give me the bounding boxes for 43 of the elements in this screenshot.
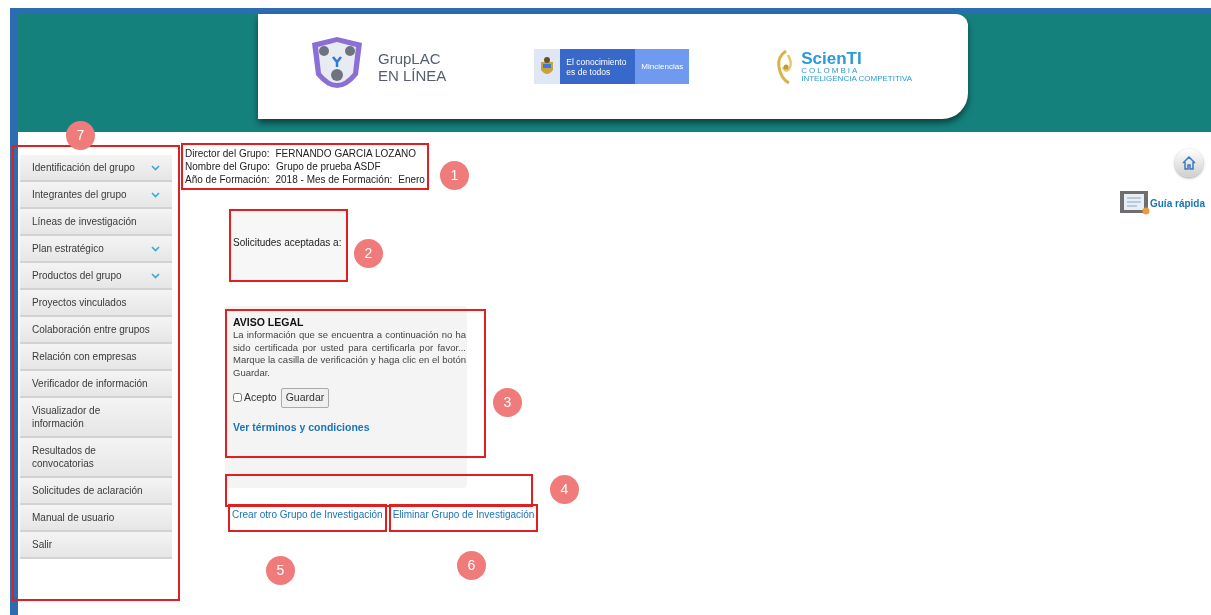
info-value: FERNANDO GARCIA LOZANO: [275, 147, 417, 160]
ministry-name: Minciencias: [635, 49, 690, 84]
annotation-number: 2: [354, 239, 383, 268]
app-name: GrupLAC: [378, 49, 441, 67]
annotation-number: 6: [457, 551, 486, 580]
create-group-link[interactable]: Crear otro Grupo de Investigación: [228, 504, 387, 532]
sidebar-item[interactable]: Plan estratégico: [20, 236, 172, 263]
sidebar-item[interactable]: Identificación del grupo: [20, 155, 172, 182]
sidebar-item[interactable]: Productos del grupo: [20, 263, 172, 290]
annotation-number: 5: [266, 556, 295, 585]
scienti-tagline: INTELIGENCIA COMPETITIVA: [801, 75, 913, 83]
quick-guide-link[interactable]: Guía rápida: [1150, 195, 1205, 211]
slogan-text: El conocimiento es de todos: [565, 55, 628, 79]
info-label: Año de Formación:: [185, 173, 270, 186]
sidebar-item[interactable]: Colaboración entre grupos: [20, 317, 172, 344]
info-value: Grupo de prueba ASDF: [276, 160, 381, 173]
info-label: Director del Grupo:: [185, 147, 270, 160]
annotation-number: 1: [440, 161, 469, 190]
annotation-number: 4: [550, 475, 579, 504]
accept-label: Acepto: [244, 390, 277, 405]
sidebar-item[interactable]: Resultados de convocatorias: [20, 438, 172, 478]
app-subtitle: EN LÍNEA: [378, 66, 447, 84]
legal-text: La información que se encuentra a continuación no ha sido certificada por usted para certificarla por favor... Marque la casilla de verificación y haga clic en el botón Guardar.: [233, 329, 466, 379]
sidebar-item[interactable]: Relación con empresas: [20, 344, 172, 371]
annotation-number: 3: [493, 388, 522, 417]
sidebar-item[interactable]: Manual de usuario: [20, 505, 172, 532]
scienti-name: ScienTI: [801, 50, 863, 67]
sidebar-item[interactable]: Visualizador de información: [20, 398, 172, 438]
info-value: Enero: [398, 173, 425, 186]
sidebar-item[interactable]: Líneas de investigación: [20, 209, 172, 236]
info-label: Nombre del Grupo:: [185, 160, 271, 173]
requests-label: Solicitudes aceptadas a:: [233, 237, 342, 248]
scienti-country: COLOMBIA: [801, 67, 861, 75]
delete-group-link[interactable]: Eliminar Grupo de Investigación: [388, 504, 539, 532]
sidebar-item[interactable]: Verificador de información: [20, 371, 172, 398]
info-value: 2018 - Mes de Formación:: [275, 173, 393, 186]
save-button[interactable]: Guardar: [280, 388, 330, 408]
legal-title: AVISO LEGAL: [233, 316, 305, 329]
sidebar-item[interactable]: Integrantes del grupo: [20, 182, 172, 209]
terms-link[interactable]: Ver términos y condiciones: [233, 419, 478, 436]
sidebar-item[interactable]: Solicitudes de aclaración: [20, 478, 172, 505]
sidebar-item[interactable]: Proyectos vinculados: [20, 290, 172, 317]
sidebar-item[interactable]: Salir: [20, 532, 172, 559]
